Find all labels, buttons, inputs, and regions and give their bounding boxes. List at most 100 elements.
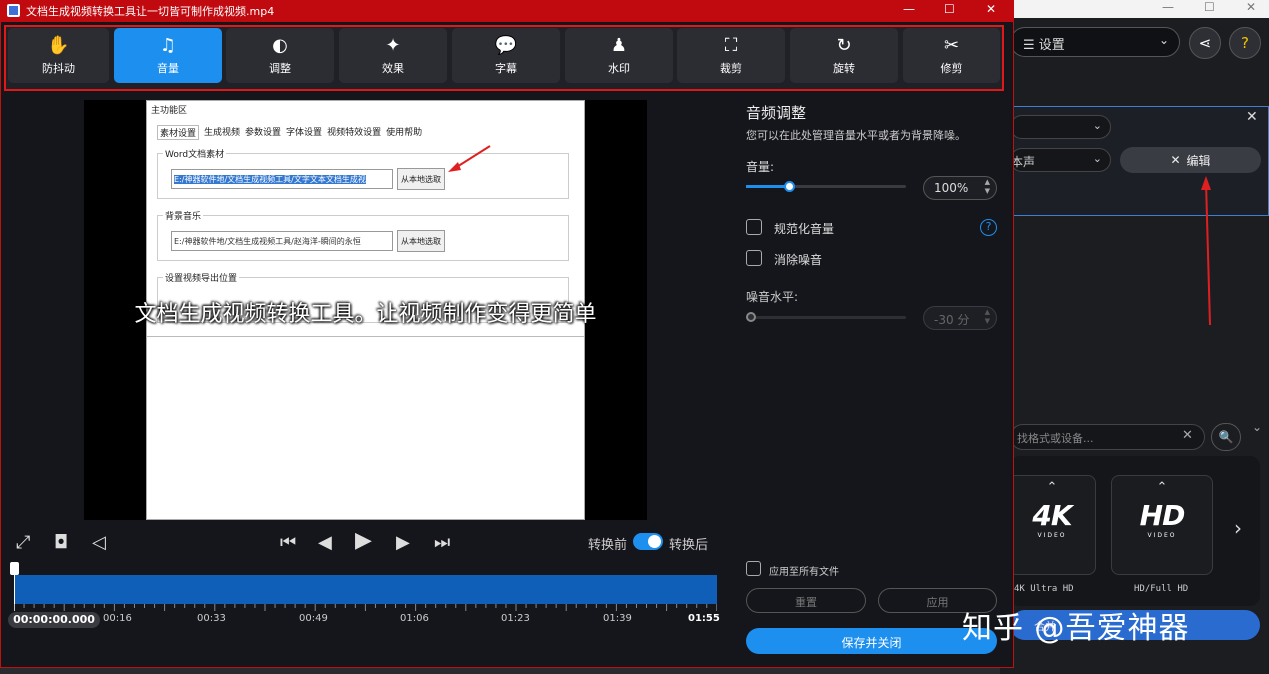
apply-all-checkbox[interactable]: [746, 561, 761, 576]
normalize-label: 规范化音量: [774, 222, 835, 236]
video-subtitle: 文档生成视频转换工具。让视频制作变得更简单: [134, 302, 597, 327]
frame-tab: 素材设置: [157, 125, 200, 140]
playhead-handle[interactable]: [10, 562, 19, 575]
camera-icon[interactable]: ◘: [54, 532, 68, 553]
frame-tab: 生成视频: [204, 128, 241, 138]
step-back-icon[interactable]: ◀: [318, 532, 332, 553]
noise-spinbox[interactable]: -30 分 ▲ ▼: [923, 306, 997, 330]
chevron-down-icon[interactable]: ⌄: [1252, 420, 1262, 434]
frame-group-title: Word文档素材: [163, 147, 227, 160]
volume-fill: [746, 185, 790, 188]
minimize-icon[interactable]: —: [1162, 0, 1174, 14]
settings-label: 设置: [1038, 38, 1065, 53]
frame-tab: 视频特效设置: [327, 128, 382, 138]
search-device-button[interactable]: 🔍: [1211, 423, 1241, 451]
volume-spinbox[interactable]: 100% ▲ ▼: [923, 176, 997, 200]
tool-label: 调整: [269, 61, 291, 75]
edit-label: 编辑: [1186, 153, 1211, 168]
frame-group-title: 背景音乐: [163, 209, 204, 222]
play-icon[interactable]: ▶: [355, 528, 372, 553]
settings-dropdown[interactable]: ☰ 设置 ⌄: [1010, 27, 1180, 57]
normalize-checkbox[interactable]: [746, 219, 762, 235]
format-dropdown[interactable]: ⌄: [1010, 115, 1111, 139]
format-search-input[interactable]: 找格式或设备...: [1010, 424, 1205, 450]
maximize-icon[interactable]: ☐: [1204, 0, 1215, 14]
tool-crop[interactable]: ⛶ 裁剪: [677, 28, 785, 83]
question-icon: ?: [1241, 34, 1249, 52]
format-sub: VIDEO: [1037, 532, 1067, 539]
window-title: 文档生成视频转换工具让一切皆可制作成视频.mp4: [26, 5, 275, 18]
format-label: 4K Ultra HD: [1014, 584, 1074, 594]
format-card-hd[interactable]: ⌃ HD VIDEO: [1111, 475, 1213, 575]
spin-arrows-icon[interactable]: ▲ ▼: [985, 308, 990, 326]
tool-label: 效果: [382, 61, 404, 75]
magic-wand-icon: ✦: [385, 34, 401, 56]
after-label: 转换后: [669, 538, 709, 553]
format-card-4k[interactable]: ⌃ 4K VIDEO: [1008, 475, 1096, 575]
tool-rotate[interactable]: ↻ 旋转: [790, 28, 898, 83]
share-button[interactable]: ⋖: [1189, 27, 1221, 59]
skip-end-icon[interactable]: ⏭: [434, 532, 450, 553]
tool-label: 水印: [608, 61, 630, 75]
contrast-icon: ◐: [272, 34, 288, 56]
tick-label: 01:23: [501, 613, 530, 624]
fullscreen-icon[interactable]: ⤢: [16, 532, 30, 553]
tool-magic-wand[interactable]: ✦ 效果: [339, 28, 447, 83]
tick-label: 01:06: [400, 613, 429, 624]
audio-dropdown[interactable]: 本声 ⌄: [1010, 148, 1111, 172]
frame-button: 从本地选取: [397, 230, 445, 252]
tick-label: 00:16: [103, 613, 132, 624]
volume-value: 100%: [934, 181, 969, 195]
hand-icon: ✋: [47, 34, 70, 56]
magnify-doc-icon: 🔍: [1218, 430, 1234, 444]
tools-icon: ✕: [1170, 153, 1181, 167]
frame-header: 主功能区: [151, 106, 188, 116]
maximize-icon[interactable]: ☐: [944, 2, 955, 16]
chevron-down-icon: ⌄: [1092, 119, 1102, 132]
reset-button[interactable]: 重置: [746, 588, 866, 613]
apply-all-label: 应用至所有文件: [769, 567, 839, 578]
tool-speech-bubble[interactable]: 💬 字幕: [452, 28, 560, 83]
tool-hand[interactable]: ✋ 防抖动: [8, 28, 109, 83]
tool-music-note[interactable]: ♫ 音量: [114, 28, 222, 83]
close-icon[interactable]: ✕: [1246, 0, 1256, 14]
step-forward-icon[interactable]: ▶: [396, 532, 410, 553]
audio-description: 您可以在此处管理音量水平或者为背景降噪。: [746, 129, 966, 142]
tool-label: 裁剪: [720, 61, 742, 75]
speaker-icon[interactable]: ◁: [92, 532, 106, 553]
frame-input: E:/神器软件地/文档生成视频工具/文字文本文档生成视: [171, 169, 393, 189]
compare-toggle[interactable]: [633, 533, 663, 550]
tool-stamp[interactable]: ♟ 水印: [565, 28, 673, 83]
menu-icon: ☰: [1023, 38, 1039, 53]
denoise-checkbox[interactable]: [746, 250, 762, 266]
noise-knob[interactable]: [746, 312, 756, 322]
tool-contrast[interactable]: ◐ 调整: [226, 28, 334, 83]
noise-slider[interactable]: [746, 316, 906, 319]
help-icon[interactable]: ?: [980, 219, 997, 236]
tool-scissors[interactable]: ✂ 修剪: [903, 28, 1000, 83]
edit-button[interactable]: ✕ 编辑: [1120, 147, 1261, 173]
tool-label: 字幕: [495, 61, 517, 75]
frame-input: E:/神器软件地/文档生成视频工具/赵海洋-瞬间的永恒: [171, 231, 393, 251]
help-button[interactable]: ?: [1229, 27, 1261, 59]
chevron-down-icon: ⌄: [1092, 152, 1102, 165]
audio-dropdown-label: 本声: [1011, 155, 1036, 169]
speech-bubble-icon: 💬: [494, 34, 518, 56]
format-logo: 4K: [1032, 499, 1072, 532]
panel-close-icon[interactable]: ✕: [1246, 109, 1258, 125]
chevron-right-icon[interactable]: ›: [1234, 516, 1242, 540]
timeline-track[interactable]: [14, 575, 717, 604]
format-logo: HD: [1139, 499, 1186, 532]
clear-search-icon[interactable]: ✕: [1182, 428, 1193, 443]
scissors-icon: ✂: [943, 34, 960, 56]
frame-tabs: 素材设置 生成视频 参数设置 字体设置 视频特效设置 使用帮助: [157, 125, 422, 140]
skip-start-icon[interactable]: ⏮: [280, 532, 296, 553]
frame-tab: 使用帮助: [386, 128, 423, 138]
spin-arrows-icon[interactable]: ▲ ▼: [985, 178, 990, 196]
save-close-button[interactable]: 保存并关闭: [746, 628, 997, 654]
volume-label: 音量:: [746, 160, 775, 174]
chevron-down-icon: ⌄: [1158, 33, 1169, 47]
frame-input-text: E:/神器软件地/文档生成视频工具/文字文本文档生成视: [174, 175, 366, 184]
close-icon[interactable]: ✕: [986, 2, 996, 16]
minimize-icon[interactable]: —: [903, 2, 915, 16]
